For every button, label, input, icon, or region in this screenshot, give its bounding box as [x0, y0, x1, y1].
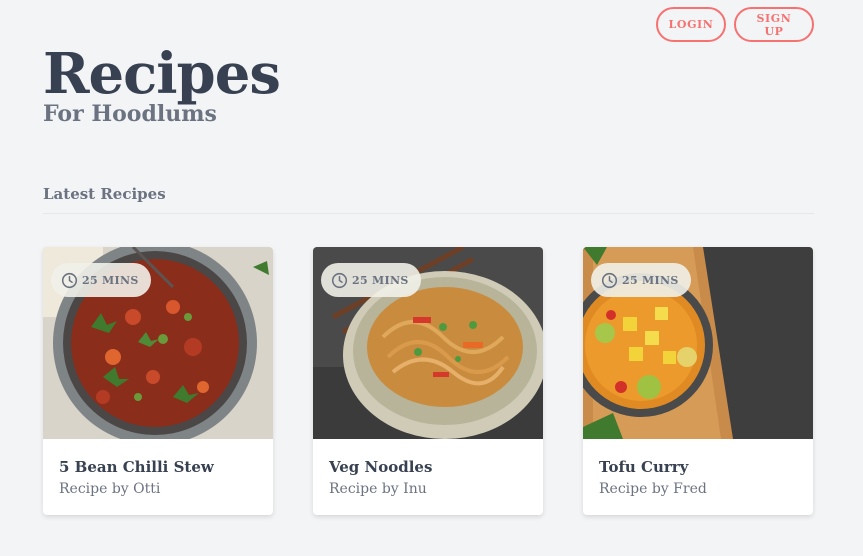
recipe-image-veg-noodles[interactable]: 25 MINS: [313, 247, 543, 439]
cook-time-badge: 25 MINS: [321, 263, 421, 297]
cook-time: 25 MINS: [622, 273, 679, 287]
recipe-author: Recipe by Otti: [59, 481, 161, 497]
latest-recipes-section: Latest Recipes: [43, 182, 814, 214]
section-divider: [43, 213, 814, 214]
recipe-card-body: Tofu Curry Recipe by Fred: [583, 439, 813, 515]
recipe-title[interactable]: Veg Noodles: [329, 457, 527, 477]
recipe-card-body: 5 Bean Chilli Stew Recipe by Otti: [43, 439, 273, 515]
recipe-card-list: 25 MINS 5 Bean Chilli Stew Recipe by Ott…: [43, 247, 813, 515]
cook-time-badge: 25 MINS: [591, 263, 691, 297]
recipe-card-body: Veg Noodles Recipe by Inu: [313, 439, 543, 515]
signup-button[interactable]: SIGN UP: [734, 7, 814, 42]
recipe-author: Recipe by Inu: [329, 481, 427, 497]
clock-icon: [601, 272, 618, 288]
recipe-author: Recipe by Fred: [599, 481, 707, 497]
recipe-card[interactable]: 25 MINS Veg Noodles Recipe by Inu: [313, 247, 543, 515]
login-button[interactable]: LOGIN: [656, 7, 726, 42]
recipe-title[interactable]: Tofu Curry: [599, 457, 797, 477]
recipe-image-tofu-curry[interactable]: 25 MINS: [583, 247, 813, 439]
clock-icon: [61, 272, 78, 288]
recipe-image-chilli-stew[interactable]: 25 MINS: [43, 247, 273, 439]
recipe-title[interactable]: 5 Bean Chilli Stew: [59, 457, 257, 477]
recipe-card[interactable]: 25 MINS Tofu Curry Recipe by Fred: [583, 247, 813, 515]
cook-time: 25 MINS: [352, 273, 409, 287]
recipe-card[interactable]: 25 MINS 5 Bean Chilli Stew Recipe by Ott…: [43, 247, 273, 515]
auth-buttons: LOGIN SIGN UP: [656, 7, 814, 42]
section-title: Latest Recipes: [43, 185, 166, 203]
cook-time: 25 MINS: [82, 273, 139, 287]
cook-time-badge: 25 MINS: [51, 263, 151, 297]
site-header: Recipes For Hoodlums: [43, 38, 281, 128]
clock-icon: [331, 272, 348, 288]
